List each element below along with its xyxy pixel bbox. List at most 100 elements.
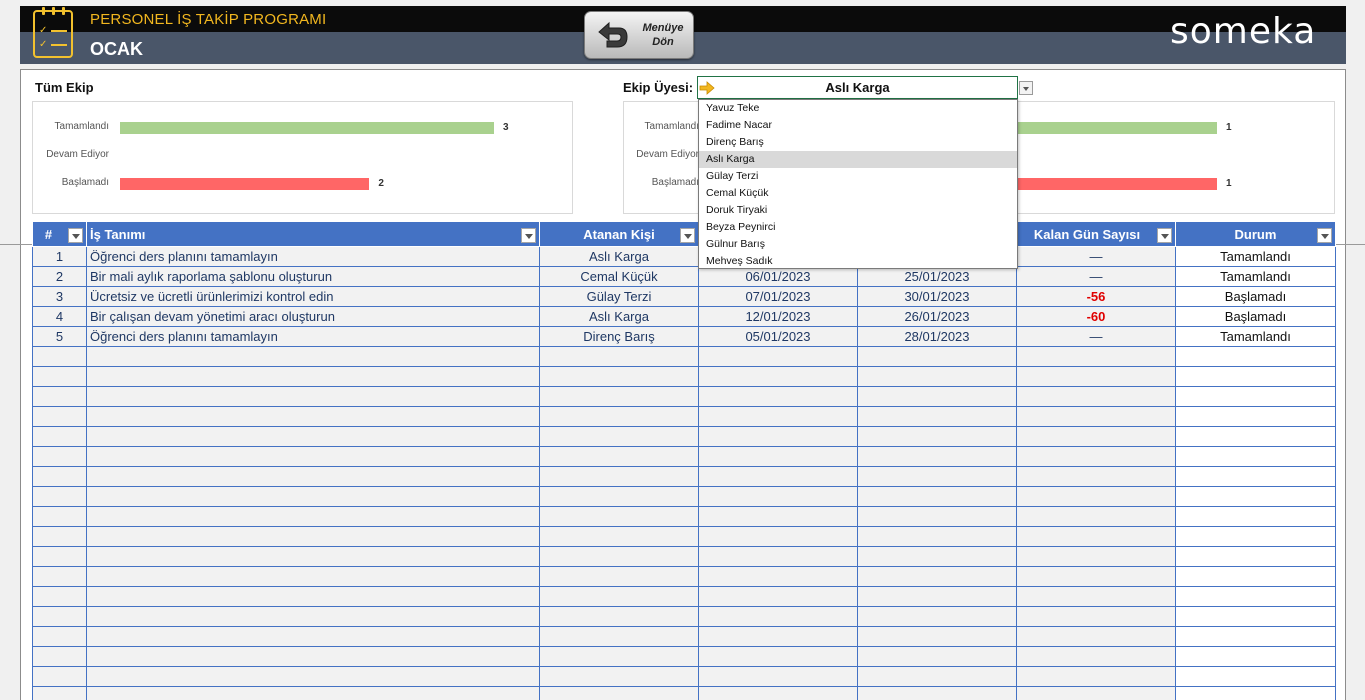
back-to-menu-button[interactable]: Menüye Dön bbox=[584, 11, 694, 59]
dropdown-option[interactable]: Gülay Terzi bbox=[699, 168, 1017, 185]
cell-empty[interactable] bbox=[857, 406, 1017, 427]
cell-empty[interactable] bbox=[698, 386, 858, 407]
cell-end-date[interactable]: 28/01/2023 bbox=[857, 326, 1017, 347]
cell-empty[interactable] bbox=[86, 626, 540, 647]
cell-empty[interactable] bbox=[1175, 346, 1336, 367]
cell-num[interactable]: 4 bbox=[32, 306, 87, 327]
cell-empty[interactable] bbox=[857, 626, 1017, 647]
cell-empty[interactable] bbox=[32, 446, 87, 467]
cell-empty[interactable] bbox=[698, 626, 858, 647]
cell-empty[interactable] bbox=[32, 686, 87, 700]
cell-empty[interactable] bbox=[1016, 666, 1176, 687]
cell-empty[interactable] bbox=[1175, 366, 1336, 387]
dropdown-option[interactable]: Aslı Karga bbox=[699, 151, 1017, 168]
cell-empty[interactable] bbox=[1175, 526, 1336, 547]
cell-empty[interactable] bbox=[32, 566, 87, 587]
cell-empty[interactable] bbox=[539, 346, 699, 367]
cell-start-date[interactable]: 05/01/2023 bbox=[698, 326, 858, 347]
cell-empty[interactable] bbox=[1016, 646, 1176, 667]
cell-empty[interactable] bbox=[857, 646, 1017, 667]
cell-desc[interactable]: Bir mali aylık raporlama şablonu oluştur… bbox=[86, 266, 540, 287]
cell-empty[interactable] bbox=[539, 566, 699, 587]
cell-desc[interactable]: Bir çalışan devam yönetimi aracı oluştur… bbox=[86, 306, 540, 327]
filter-button[interactable] bbox=[521, 228, 536, 243]
cell-empty[interactable] bbox=[539, 506, 699, 527]
cell-empty[interactable] bbox=[86, 566, 540, 587]
cell-empty[interactable] bbox=[698, 406, 858, 427]
cell-empty[interactable] bbox=[86, 586, 540, 607]
cell-empty[interactable] bbox=[1016, 686, 1176, 700]
cell-empty[interactable] bbox=[1016, 546, 1176, 567]
cell-empty[interactable] bbox=[1175, 466, 1336, 487]
cell-empty[interactable] bbox=[857, 666, 1017, 687]
cell-empty[interactable] bbox=[539, 546, 699, 567]
cell-empty[interactable] bbox=[32, 466, 87, 487]
cell-empty[interactable] bbox=[857, 366, 1017, 387]
cell-empty[interactable] bbox=[1175, 586, 1336, 607]
cell-empty[interactable] bbox=[857, 486, 1017, 507]
dropdown-option[interactable]: Beyza Peynirci bbox=[699, 219, 1017, 236]
cell-empty[interactable] bbox=[32, 526, 87, 547]
cell-empty[interactable] bbox=[698, 686, 858, 700]
cell-empty[interactable] bbox=[32, 506, 87, 527]
cell-empty[interactable] bbox=[86, 366, 540, 387]
cell-empty[interactable] bbox=[32, 346, 87, 367]
cell-empty[interactable] bbox=[32, 406, 87, 427]
cell-empty[interactable] bbox=[698, 566, 858, 587]
cell-empty[interactable] bbox=[1175, 486, 1336, 507]
cell-empty[interactable] bbox=[1016, 386, 1176, 407]
cell-assignee[interactable]: Aslı Karga bbox=[539, 246, 699, 267]
cell-empty[interactable] bbox=[1016, 406, 1176, 427]
cell-assignee[interactable]: Direnç Barış bbox=[539, 326, 699, 347]
cell-empty[interactable] bbox=[1016, 606, 1176, 627]
cell-empty[interactable] bbox=[1016, 566, 1176, 587]
cell-end-date[interactable]: 26/01/2023 bbox=[857, 306, 1017, 327]
cell-status[interactable]: Tamamlandı bbox=[1175, 246, 1336, 267]
cell-empty[interactable] bbox=[1016, 426, 1176, 447]
cell-assignee[interactable]: Aslı Karga bbox=[539, 306, 699, 327]
cell-empty[interactable] bbox=[857, 446, 1017, 467]
cell-empty[interactable] bbox=[1175, 446, 1336, 467]
cell-empty[interactable] bbox=[1175, 426, 1336, 447]
cell-status[interactable]: Tamamlandı bbox=[1175, 326, 1336, 347]
cell-empty[interactable] bbox=[1016, 626, 1176, 647]
cell-empty[interactable] bbox=[698, 526, 858, 547]
cell-empty[interactable] bbox=[1175, 406, 1336, 427]
cell-empty[interactable] bbox=[32, 426, 87, 447]
dropdown-option[interactable]: Cemal Küçük bbox=[699, 185, 1017, 202]
cell-remaining[interactable]: — bbox=[1016, 266, 1176, 287]
cell-empty[interactable] bbox=[539, 366, 699, 387]
cell-start-date[interactable]: 07/01/2023 bbox=[698, 286, 858, 307]
cell-empty[interactable] bbox=[32, 626, 87, 647]
cell-empty[interactable] bbox=[698, 446, 858, 467]
dropdown-option[interactable]: Direnç Barış bbox=[699, 134, 1017, 151]
cell-empty[interactable] bbox=[539, 486, 699, 507]
cell-empty[interactable] bbox=[698, 606, 858, 627]
cell-remaining[interactable]: -56 bbox=[1016, 286, 1176, 307]
cell-num[interactable]: 2 bbox=[32, 266, 87, 287]
cell-empty[interactable] bbox=[86, 466, 540, 487]
cell-empty[interactable] bbox=[539, 646, 699, 667]
cell-remaining[interactable]: — bbox=[1016, 246, 1176, 267]
cell-empty[interactable] bbox=[1016, 466, 1176, 487]
cell-empty[interactable] bbox=[86, 406, 540, 427]
cell-empty[interactable] bbox=[86, 506, 540, 527]
cell-empty[interactable] bbox=[86, 526, 540, 547]
member-dropdown-button[interactable] bbox=[1019, 81, 1033, 95]
cell-empty[interactable] bbox=[539, 626, 699, 647]
cell-empty[interactable] bbox=[698, 466, 858, 487]
cell-num[interactable]: 3 bbox=[32, 286, 87, 307]
cell-num[interactable]: 5 bbox=[32, 326, 87, 347]
cell-empty[interactable] bbox=[1016, 446, 1176, 467]
cell-empty[interactable] bbox=[539, 386, 699, 407]
cell-empty[interactable] bbox=[857, 566, 1017, 587]
cell-remaining[interactable]: -60 bbox=[1016, 306, 1176, 327]
cell-empty[interactable] bbox=[1175, 546, 1336, 567]
cell-empty[interactable] bbox=[698, 426, 858, 447]
cell-assignee[interactable]: Cemal Küçük bbox=[539, 266, 699, 287]
cell-empty[interactable] bbox=[698, 366, 858, 387]
cell-end-date[interactable]: 30/01/2023 bbox=[857, 286, 1017, 307]
cell-empty[interactable] bbox=[857, 586, 1017, 607]
member-select-cell[interactable]: Aslı Karga bbox=[697, 76, 1018, 99]
cell-empty[interactable] bbox=[539, 586, 699, 607]
